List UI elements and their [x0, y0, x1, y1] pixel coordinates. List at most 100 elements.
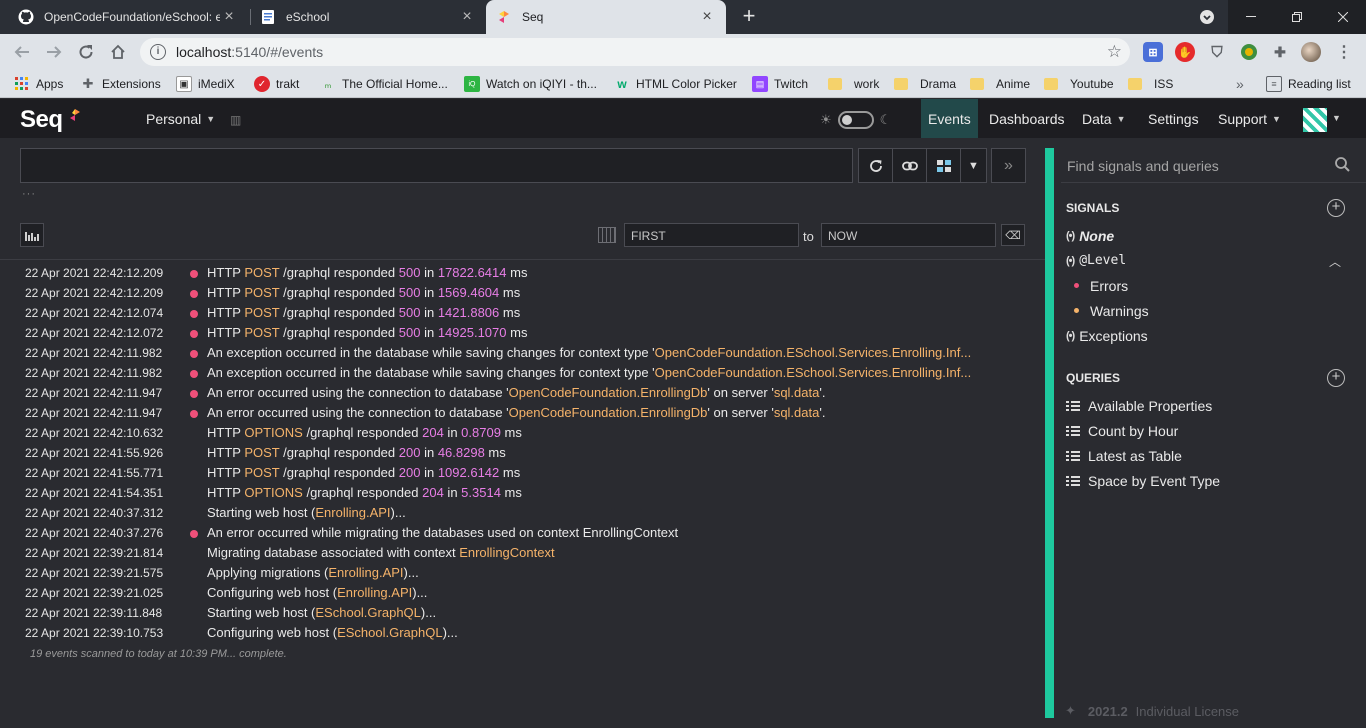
event-row[interactable]: 22 Apr 2021 22:42:11.982 An exception occ… [0, 343, 1045, 363]
event-row[interactable]: 22 Apr 2021 22:42:11.947 An error occurre… [0, 383, 1045, 403]
nav-data[interactable]: Data ▼ [1075, 99, 1133, 138]
event-row[interactable]: 22 Apr 2021 22:39:21.575 Applying migrati… [0, 563, 1045, 583]
calendar-icon[interactable] [598, 227, 616, 243]
event-row[interactable]: 22 Apr 2021 22:39:11.848 Starting web hos… [0, 603, 1045, 623]
signal-exceptions[interactable]: (•) Exceptions [1066, 328, 1148, 344]
signal-errors[interactable]: Errors [1090, 278, 1128, 294]
event-row[interactable]: 22 Apr 2021 22:41:54.351 HTTP OPTIONS /gr… [0, 483, 1045, 503]
bookmark-folder-anime[interactable]: Anime [970, 75, 1030, 93]
reading-list-button[interactable]: ≡ Reading list [1266, 75, 1351, 93]
event-row[interactable]: 22 Apr 2021 22:41:55.926 HTTP POST /graph… [0, 443, 1045, 463]
event-row[interactable]: 22 Apr 2021 22:41:55.771 HTTP POST /graph… [0, 463, 1045, 483]
event-row[interactable]: 22 Apr 2021 22:40:37.276 An error occurre… [0, 523, 1045, 543]
range-from-input[interactable]: FIRST [624, 223, 799, 247]
event-row[interactable]: 22 Apr 2021 22:42:10.632 HTTP OPTIONS /gr… [0, 423, 1045, 443]
home-icon[interactable] [104, 38, 132, 66]
signal-level[interactable]: (•) @Level [1066, 253, 1126, 268]
tab-search-icon[interactable] [1190, 0, 1224, 34]
chevron-down-icon[interactable]: ▼ [1332, 113, 1341, 123]
event-row[interactable]: 22 Apr 2021 22:42:12.209 HTTP POST /graph… [0, 283, 1045, 303]
query-available-properties[interactable]: Available Properties [1066, 398, 1212, 414]
back-icon[interactable] [8, 38, 36, 66]
add-signal-icon[interactable]: + [1327, 199, 1345, 217]
close-window-icon[interactable] [1320, 0, 1366, 34]
query-space-by-event-type[interactable]: Space by Event Type [1066, 473, 1220, 489]
minimize-icon[interactable] [1228, 0, 1274, 34]
signal-search-input[interactable]: Find signals and queries [1061, 148, 1366, 183]
seq-logo[interactable]: Seq [20, 106, 63, 134]
event-row[interactable]: 22 Apr 2021 22:39:10.753 Configuring web … [0, 623, 1045, 643]
event-row[interactable]: 22 Apr 2021 22:40:37.312 Starting web hos… [0, 503, 1045, 523]
more-bookmarks-button[interactable]: » [1236, 75, 1244, 93]
forward-icon[interactable] [40, 38, 68, 66]
view-options-dropdown[interactable]: ▼ [960, 148, 987, 183]
nav-dashboards[interactable]: Dashboards [982, 99, 1072, 138]
bookmark-twitch[interactable]: ▤ Twitch [752, 75, 808, 93]
expand-sidebar-button[interactable]: » [991, 148, 1026, 183]
site-info-icon[interactable]: i [150, 44, 166, 60]
event-row[interactable]: 22 Apr 2021 22:39:21.814 Migrating databa… [0, 543, 1045, 563]
workspace-selector[interactable]: Personal ▼ [146, 111, 215, 127]
event-row[interactable]: 22 Apr 2021 22:42:11.982 An exception occ… [0, 363, 1045, 383]
user-avatar[interactable] [1303, 108, 1327, 132]
globe-extension-icon[interactable] [1239, 42, 1259, 62]
refresh-button[interactable] [858, 148, 893, 183]
signal-none[interactable]: (•) None [1066, 228, 1114, 244]
bookmark-trakt[interactable]: ✓ trakt [254, 75, 299, 93]
event-row[interactable]: 22 Apr 2021 22:42:12.072 HTTP POST /graph… [0, 323, 1045, 343]
event-row[interactable]: 22 Apr 2021 22:39:21.025 Configuring web … [0, 583, 1045, 603]
range-to-input[interactable]: NOW [821, 223, 996, 247]
tab-seq[interactable]: Seq × [486, 0, 726, 34]
browser-menu-icon[interactable]: ⋮ [1334, 42, 1354, 62]
close-tab-icon[interactable]: × [458, 8, 476, 26]
chevron-up-icon[interactable]: ︿ [1329, 253, 1341, 270]
event-row[interactable]: 22 Apr 2021 22:42:12.074 HTTP POST /graph… [0, 303, 1045, 323]
bookmark-official-home[interactable]: ₘ The Official Home... [320, 75, 448, 93]
signal-warnings[interactable]: Warnings [1090, 303, 1149, 319]
bookmark-folder-work[interactable]: work [828, 75, 879, 93]
view-mode-button[interactable] [926, 148, 961, 183]
close-tab-icon[interactable]: × [698, 8, 716, 26]
bookmark-imedix[interactable]: ▣ iMediX [176, 75, 235, 93]
nav-support[interactable]: Support ▼ [1211, 99, 1288, 138]
profile-avatar[interactable] [1301, 42, 1321, 62]
adblock-icon[interactable]: ✋ [1175, 42, 1195, 62]
clear-range-icon[interactable]: ⌫ [1001, 224, 1025, 246]
event-row[interactable]: 22 Apr 2021 22:42:12.209 HTTP POST /graph… [0, 263, 1045, 283]
reload-icon[interactable] [72, 38, 100, 66]
query-count-by-hour[interactable]: Count by Hour [1066, 423, 1178, 439]
extension-grid-icon[interactable]: ⊞ [1143, 42, 1163, 62]
bookmark-iqiyi[interactable]: iQ Watch on iQIYI - th... [464, 75, 597, 93]
error-level-dot [190, 410, 198, 418]
new-tab-button[interactable]: + [738, 4, 760, 28]
bookmark-folder-youtube[interactable]: Youtube [1044, 75, 1114, 93]
bookmark-extensions[interactable]: ✚ Extensions [80, 75, 161, 93]
link-button[interactable] [892, 148, 927, 183]
search-icon[interactable] [1335, 157, 1350, 176]
tab-eschool[interactable]: eSchool × [250, 0, 486, 34]
restore-icon[interactable] [1274, 0, 1320, 34]
theme-toggle[interactable]: ☀ ☾ [820, 111, 891, 129]
workspace-settings-icon[interactable]: ▥ [230, 113, 242, 127]
event-row[interactable]: 22 Apr 2021 22:42:11.947 An error occurre… [0, 403, 1045, 423]
theme-switch[interactable] [837, 111, 874, 129]
bookmark-html-color-picker[interactable]: w HTML Color Picker [614, 75, 737, 93]
tab-eschool-github[interactable]: OpenCodeFoundation/eSchool: e × [8, 0, 248, 34]
histogram-toggle-button[interactable] [20, 223, 44, 247]
bookmark-apps[interactable]: Apps [14, 75, 63, 93]
add-query-icon[interactable]: + [1327, 369, 1345, 387]
nav-settings[interactable]: Settings [1141, 99, 1206, 138]
bookmark-folder-drama[interactable]: Drama [894, 75, 956, 93]
search-query-input[interactable] [20, 148, 853, 183]
bookmark-folder-iss[interactable]: ISS [1128, 75, 1173, 93]
shield-icon[interactable]: ⛉ [1207, 42, 1227, 62]
bookmark-label: HTML Color Picker [636, 77, 737, 91]
query-more-indicator[interactable]: ··· [22, 188, 36, 200]
query-latest-as-table[interactable]: Latest as Table [1066, 448, 1182, 464]
address-bar[interactable]: i localhost:5140/#/events ☆ [140, 38, 1130, 66]
close-tab-icon[interactable]: × [220, 8, 238, 26]
nav-events[interactable]: Events [921, 99, 978, 138]
extensions-puzzle-icon[interactable]: ✚ [1270, 42, 1290, 62]
event-property-value: POST [244, 305, 280, 320]
bookmark-star-icon[interactable]: ☆ [1107, 42, 1122, 62]
